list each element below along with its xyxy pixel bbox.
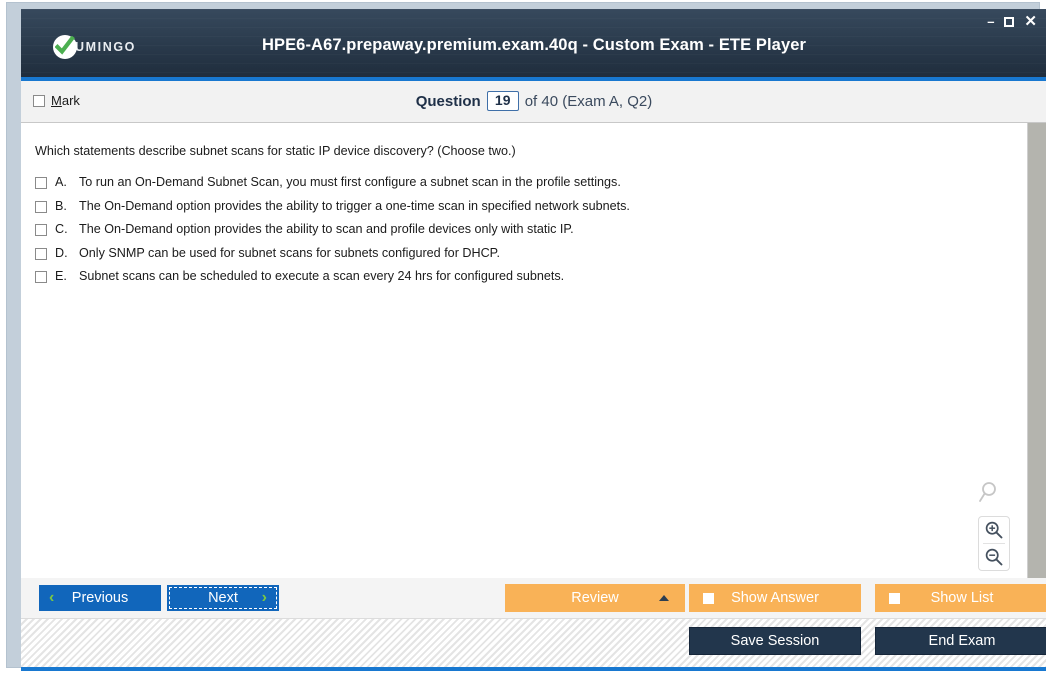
end-exam-button[interactable]: End Exam — [875, 627, 1046, 655]
answer-options-list: A. To run an On-Demand Subnet Scan, you … — [35, 175, 995, 293]
title-bar: UMINGO HPE6-A67.prepaway.premium.exam.40… — [21, 9, 1046, 81]
question-of-label: of 40 (Exam A, Q2) — [524, 92, 653, 110]
answer-option-d[interactable]: D. Only SNMP can be used for subnet scan… — [35, 246, 995, 260]
show-list-checkbox[interactable] — [889, 593, 900, 604]
ete-player-window: UMINGO HPE6-A67.prepaway.premium.exam.40… — [21, 9, 1046, 671]
desktop-background: UMINGO HPE6-A67.prepaway.premium.exam.40… — [0, 0, 1046, 673]
minimize-icon[interactable]: – — [987, 15, 994, 29]
answer-letter-d: D. — [55, 245, 68, 260]
answer-text-c: The On-Demand option provides the abilit… — [79, 222, 574, 236]
answer-letter-b: B. — [55, 198, 67, 213]
end-exam-label: End Exam — [928, 633, 996, 649]
answer-letter-a: A. — [55, 175, 67, 189]
answer-letter-c: C. — [55, 222, 68, 236]
previous-button-label: Previous — [71, 590, 129, 606]
answer-letter-e: E. — [55, 269, 67, 283]
question-content-area: Which statements describe subnet scans f… — [21, 123, 1027, 578]
session-actions-row: Save Session End Exam — [21, 618, 1046, 671]
magnifier-icon[interactable] — [977, 481, 1011, 510]
close-icon[interactable]: ✕ — [1024, 14, 1037, 29]
answer-text-e: Subnet scans can be scheduled to execute… — [79, 269, 565, 283]
window-controls: – ✕ — [987, 14, 1037, 29]
question-header-bar: Mark Question 19 of 40 (Exam A, Q2) — [21, 81, 1046, 123]
bottom-toolbar: ‹ Previous Next › Review Show Answer Sho… — [21, 578, 1046, 671]
maximize-icon[interactable] — [1004, 17, 1015, 27]
chevron-right-icon: › — [261, 589, 267, 606]
show-answer-label: Show Answer — [731, 590, 819, 606]
question-stem: Which statements describe subnet scans f… — [35, 144, 516, 158]
review-button-label: Review — [571, 590, 619, 606]
question-number-field[interactable]: 19 — [486, 91, 519, 111]
answer-text-a: To run an On-Demand Subnet Scan, you mus… — [79, 175, 621, 189]
vertical-scrollbar[interactable] — [1027, 123, 1046, 578]
answer-checkbox-e[interactable] — [35, 271, 47, 283]
zoom-buttons-box — [978, 516, 1010, 571]
question-word-label: Question — [415, 92, 481, 110]
navigation-row: ‹ Previous Next › Review Show Answer Sho… — [21, 578, 1046, 618]
zoom-in-button[interactable] — [979, 517, 1009, 543]
save-session-button[interactable]: Save Session — [689, 627, 861, 655]
show-list-button[interactable]: Show List — [875, 584, 1046, 612]
save-session-label: Save Session — [730, 633, 820, 649]
next-button[interactable]: Next › — [167, 585, 279, 611]
show-answer-button[interactable]: Show Answer — [689, 584, 861, 612]
answer-checkbox-b[interactable] — [35, 200, 47, 213]
answer-option-a[interactable]: A. To run an On-Demand Subnet Scan, you … — [35, 175, 995, 189]
window-frame: UMINGO HPE6-A67.prepaway.premium.exam.40… — [6, 2, 1046, 671]
caret-up-icon — [659, 595, 669, 601]
window-title: HPE6-A67.prepaway.premium.exam.40q - Cus… — [261, 36, 807, 54]
previous-button[interactable]: ‹ Previous — [39, 585, 161, 611]
answer-text-d: Only SNMP can be used for subnet scans f… — [79, 245, 500, 260]
answer-option-b[interactable]: B. The On-Demand option provides the abi… — [35, 199, 995, 213]
answer-option-c[interactable]: C. The On-Demand option provides the abi… — [35, 222, 995, 236]
zoom-tools-panel — [977, 481, 1011, 571]
answer-checkbox-c[interactable] — [35, 224, 47, 236]
next-button-label: Next — [208, 590, 238, 606]
chevron-left-icon: ‹ — [49, 589, 55, 606]
show-list-label: Show List — [930, 590, 994, 606]
answer-checkbox-d[interactable] — [35, 247, 47, 260]
review-button[interactable]: Review — [505, 584, 685, 612]
zoom-out-button[interactable] — [979, 544, 1009, 570]
answer-checkbox-a[interactable] — [35, 177, 47, 189]
question-counter: Question 19 of 40 (Exam A, Q2) — [21, 91, 1046, 111]
show-answer-checkbox[interactable] — [703, 593, 714, 604]
answer-option-e[interactable]: E. Subnet scans can be scheduled to exec… — [35, 269, 995, 283]
answer-text-b: The On-Demand option provides the abilit… — [79, 198, 630, 213]
